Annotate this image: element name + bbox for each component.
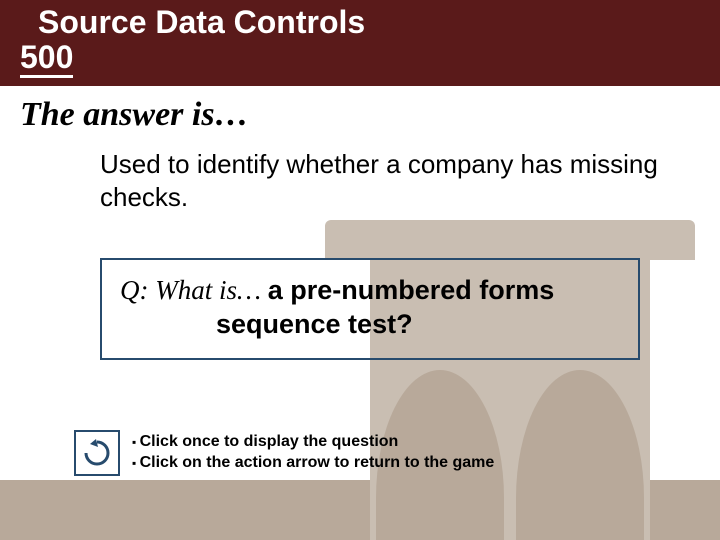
question-answer-line2: sequence test? xyxy=(120,308,620,342)
footer: Click once to display the question Click… xyxy=(74,430,494,476)
jeopardy-slide: Source Data Controls 500 The answer is… … xyxy=(0,0,720,540)
clue-text: Used to identify whether a company has m… xyxy=(100,148,660,213)
category-title: Source Data Controls xyxy=(20,4,700,41)
instruction-line-2: Click on the action arrow to return to t… xyxy=(132,453,494,474)
return-button[interactable] xyxy=(74,430,120,476)
instruction-line-1: Click once to display the question xyxy=(132,432,494,453)
title-bar: Source Data Controls 500 xyxy=(0,0,720,86)
question-box[interactable]: Q: What is… a pre-numbered forms sequenc… xyxy=(100,258,640,360)
answer-lead: The answer is… xyxy=(20,96,249,134)
return-arrow-icon xyxy=(82,438,112,468)
point-value: 500 xyxy=(20,41,73,78)
question-answer-line1: a pre-numbered forms xyxy=(268,275,555,305)
question-prefix: Q: What is… xyxy=(120,275,268,305)
instructions: Click once to display the question Click… xyxy=(132,432,494,474)
